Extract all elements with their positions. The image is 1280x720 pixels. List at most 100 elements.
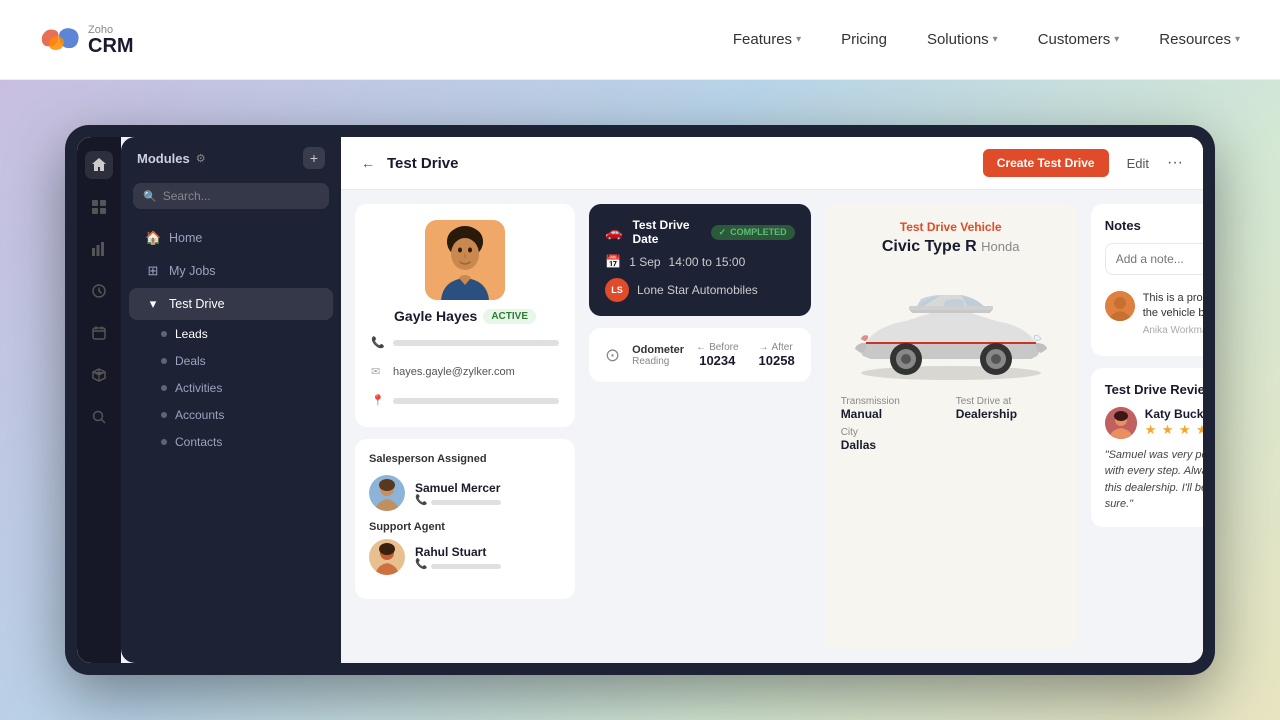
phone-icon-small: 📞 — [415, 495, 427, 506]
search-input[interactable] — [163, 189, 319, 203]
profile-email-field: ✉ hayes.gayle@zylker.com — [371, 361, 559, 382]
profile-avatar — [425, 220, 505, 300]
phone-icon: 📞 — [371, 336, 385, 349]
rail-clock-icon[interactable] — [85, 277, 113, 305]
nav-features[interactable]: Features ▾ — [733, 31, 801, 48]
sidebar-subitem-label: Accounts — [175, 408, 224, 422]
after-label: → After — [759, 342, 795, 353]
rail-calendar-icon[interactable] — [85, 319, 113, 347]
sidebar-item-myjobs[interactable]: ⊞ My Jobs — [129, 255, 333, 287]
completed-text: COMPLETED — [730, 227, 787, 237]
add-module-button[interactable]: + — [303, 147, 325, 169]
spec-label: City — [841, 427, 946, 438]
date-row: 📅 1 Sep 14:00 to 15:00 — [605, 254, 795, 270]
icon-rail — [77, 137, 121, 663]
bullet-icon — [161, 331, 167, 337]
zoho-logo-icon — [40, 26, 80, 54]
arrow-left-icon: ← — [696, 342, 706, 353]
rail-box-icon[interactable] — [85, 361, 113, 389]
rail-search-icon[interactable] — [85, 403, 113, 431]
phone-bar — [393, 340, 559, 346]
main-area: Modules ⚙ + 🔍 🏠 Home ⊞ My Jobs — [0, 80, 1280, 720]
spec-testdriveat: Test Drive at Dealership — [956, 396, 1061, 421]
spec-label: Test Drive at — [956, 396, 1061, 407]
sidebar-subitem-label: Activities — [175, 381, 222, 395]
sidebar-subitem-leads[interactable]: Leads — [129, 321, 333, 347]
profile-phone-field: 📞 — [371, 332, 559, 353]
star-4: ★ — [1196, 422, 1203, 437]
main-nav: Features ▾ Pricing Solutions ▾ Customers… — [733, 31, 1240, 48]
sidebar-item-testdrive[interactable]: ▾ Test Drive — [129, 288, 333, 320]
sidebar: Modules ⚙ + 🔍 🏠 Home ⊞ My Jobs — [121, 137, 341, 663]
notes-title: Notes — [1105, 218, 1203, 233]
spec-label: Transmission — [841, 396, 946, 407]
profile-card: Gayle Hayes ACTIVE 📞 ✉ hayes.gayle@zylke… — [355, 204, 575, 427]
support-agent-label: Support Agent — [369, 521, 561, 533]
profile-location-field: 📍 — [371, 390, 559, 411]
chevron-down-icon: ▾ — [145, 296, 161, 312]
jobs-icon: ⊞ — [145, 263, 161, 279]
note-author-avatar — [1105, 291, 1135, 321]
note-avatar-image — [1105, 291, 1135, 321]
test-drive-date-card: 🚗 Test Drive Date ✓ COMPLETED 📅 1 Sep — [589, 204, 811, 316]
rating-stars: ★ ★ ★ ★ ★ — [1145, 421, 1203, 439]
nav-pricing[interactable]: Pricing — [841, 31, 887, 48]
sidebar-subitem-activities[interactable]: Activities — [129, 375, 333, 401]
vehicle-brand: Honda — [981, 239, 1019, 254]
profile-email: hayes.gayle@zylker.com — [393, 366, 515, 378]
notes-card: Notes — [1091, 204, 1203, 356]
note-item: This is a promising lead. Forward the ve… — [1105, 285, 1203, 342]
logo-crm-text: CRM — [88, 36, 134, 56]
email-icon: ✉ — [371, 365, 385, 378]
top-navigation: Zoho CRM Features ▾ Pricing Solutions ▾ … — [0, 0, 1280, 80]
nav-solutions[interactable]: Solutions ▾ — [927, 31, 998, 48]
review-card: Test Drive Review — [1091, 368, 1203, 527]
rail-grid-icon[interactable] — [85, 193, 113, 221]
more-options-button[interactable]: ··· — [1167, 154, 1183, 172]
search-icon: 🔍 — [143, 190, 157, 203]
drive-date-value: 1 Sep — [629, 255, 660, 269]
rail-home-icon[interactable] — [85, 151, 113, 179]
notes-input[interactable] — [1105, 243, 1203, 275]
odo-label-block: Odometer Reading — [632, 344, 684, 367]
status-badge: ACTIVE — [483, 309, 536, 324]
bullet-icon — [161, 439, 167, 445]
drive-time-value: 14:00 to 15:00 — [669, 255, 746, 269]
logo-area: Zoho CRM — [40, 24, 134, 56]
profile-avatar-image — [425, 220, 505, 300]
sidebar-subitem-accounts[interactable]: Accounts — [129, 402, 333, 428]
gear-icon[interactable]: ⚙ — [196, 152, 206, 165]
vehicle-image-area — [841, 266, 1061, 386]
sidebar-subitem-label: Contacts — [175, 435, 222, 449]
tablet-inner: Modules ⚙ + 🔍 🏠 Home ⊞ My Jobs — [77, 137, 1203, 663]
odometer-card: ⊙ Odometer Reading ← Before — [589, 328, 811, 382]
support-info: Rahul Stuart 📞 — [415, 545, 561, 570]
sidebar-item-home[interactable]: 🏠 Home — [129, 222, 333, 254]
sidebar-subitem-label: Deals — [175, 354, 206, 368]
vehicle-specs: Transmission Manual Test Drive at Dealer… — [841, 396, 1061, 452]
nav-resources[interactable]: Resources ▾ — [1159, 31, 1240, 48]
logo-text-block: Zoho CRM — [88, 24, 134, 56]
create-test-drive-button[interactable]: Create Test Drive — [983, 149, 1109, 177]
sidebar-search-container: 🔍 — [133, 183, 329, 209]
spec-value: Dallas — [841, 438, 946, 452]
sidebar-subitem-deals[interactable]: Deals — [129, 348, 333, 374]
home-icon: 🏠 — [145, 230, 161, 246]
nav-customers[interactable]: Customers ▾ — [1038, 31, 1120, 48]
spec-transmission: Transmission Manual — [841, 396, 946, 421]
content-header: ← Test Drive Create Test Drive Edit ··· — [341, 137, 1203, 190]
odometer-after-value: 10258 — [759, 353, 795, 368]
salesperson-section-title: Salesperson Assigned — [369, 453, 561, 465]
modules-row: Modules ⚙ + — [121, 137, 341, 177]
rail-chart-icon[interactable] — [85, 235, 113, 263]
support-row: Rahul Stuart 📞 — [369, 539, 561, 575]
bullet-icon — [161, 412, 167, 418]
sidebar-subitem-contacts[interactable]: Contacts — [129, 429, 333, 455]
chevron-down-icon: ▾ — [993, 34, 998, 45]
back-button[interactable]: ← — [361, 155, 375, 171]
dealer-logo: LS — [605, 278, 629, 302]
edit-button[interactable]: Edit — [1119, 151, 1157, 176]
vehicle-name: Civic Type R — [882, 238, 977, 255]
profile-name: Gayle Hayes — [394, 308, 477, 324]
drive-date-row: 🚗 Test Drive Date ✓ COMPLETED — [605, 218, 795, 246]
